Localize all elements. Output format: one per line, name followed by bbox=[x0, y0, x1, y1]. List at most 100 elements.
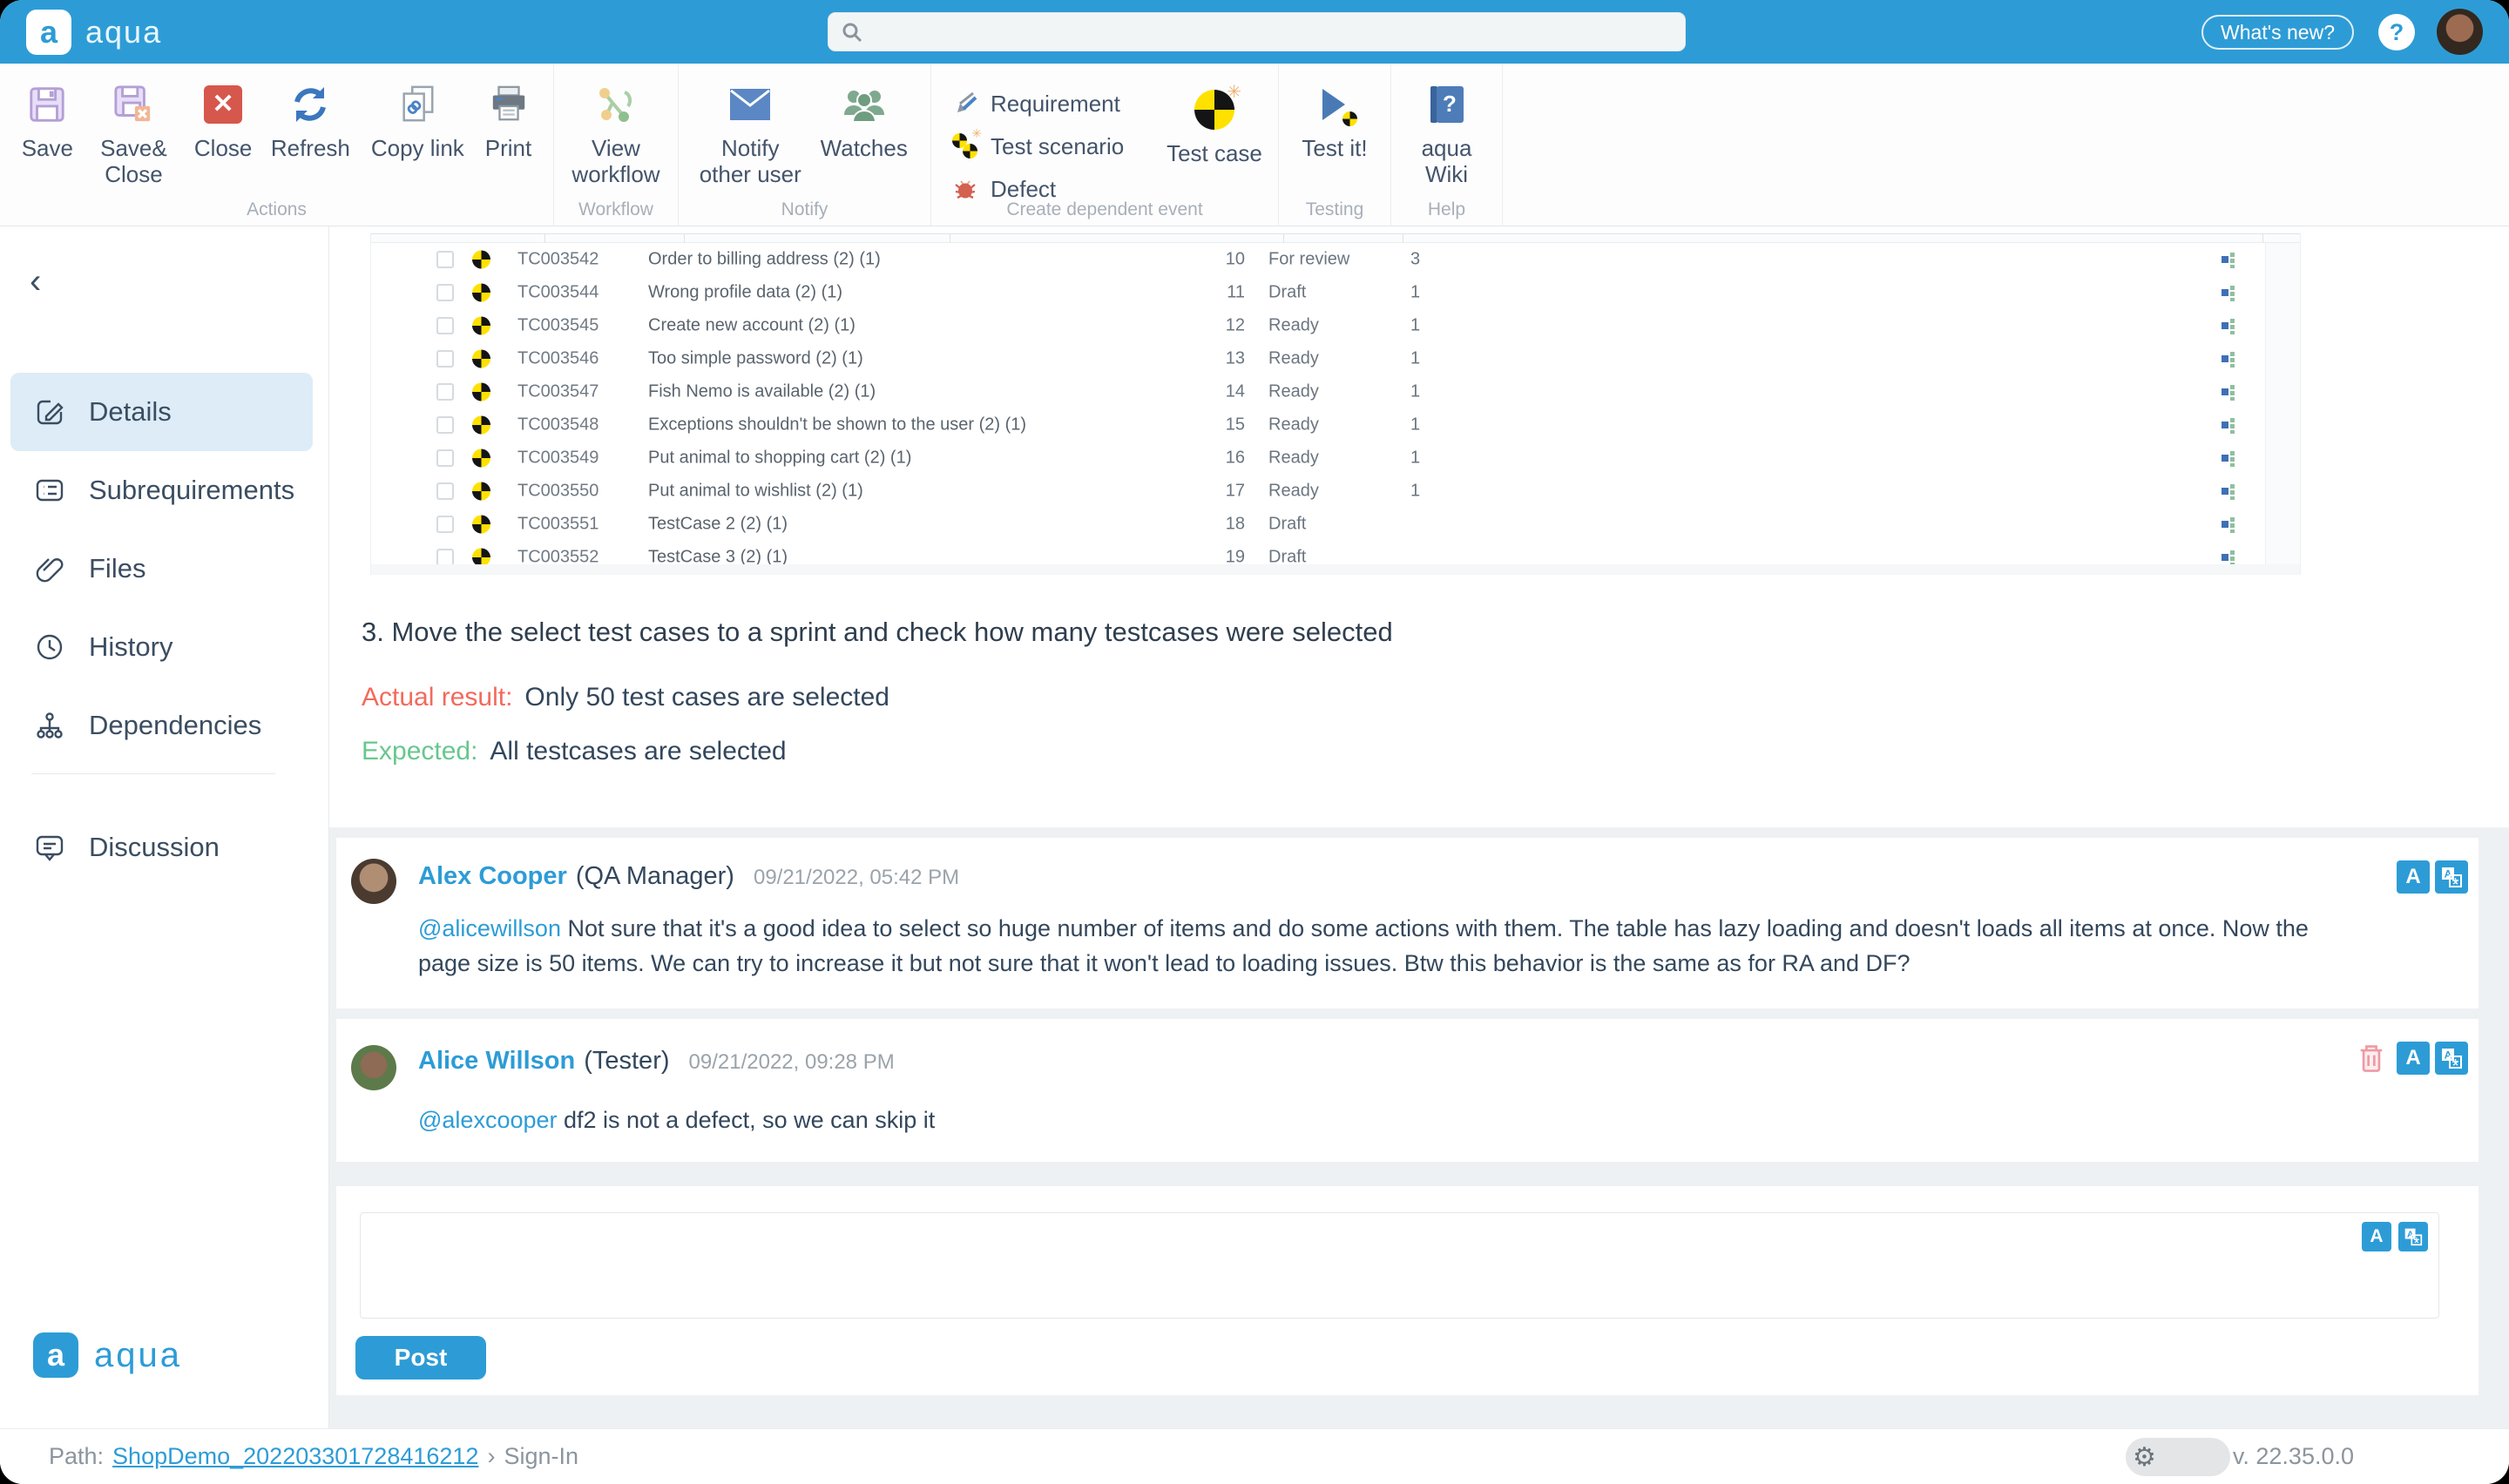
row-action-icon[interactable] bbox=[2221, 449, 2238, 468]
breadcrumb: Path:ShopDemo_202203301728416212›Sign-In bbox=[49, 1443, 578, 1470]
mention-link[interactable]: @alicewillson bbox=[418, 915, 561, 941]
table-row[interactable]: TC003545 Create new account (2) (1) 12 R… bbox=[371, 309, 2300, 342]
test-case-icon bbox=[472, 284, 490, 302]
row-checkbox[interactable] bbox=[436, 317, 454, 334]
row-action-icon[interactable] bbox=[2221, 250, 2238, 269]
user-avatar[interactable] bbox=[2437, 9, 2483, 55]
settings-toggle[interactable]: ⚙ bbox=[2126, 1438, 2230, 1476]
mention-link[interactable]: @alexcooper bbox=[418, 1107, 558, 1133]
row-checkbox[interactable] bbox=[436, 482, 454, 500]
sidebar: ‹ Details Subrequirements bbox=[0, 226, 329, 1428]
aqua-logo-icon: a bbox=[26, 10, 71, 55]
save-and-close-button[interactable]: Save& Close bbox=[91, 81, 175, 187]
view-workflow-button[interactable]: View workflow bbox=[566, 81, 666, 187]
table-row[interactable]: TC003547 Fish Nemo is available (2) (1) … bbox=[371, 375, 2300, 408]
refresh-button[interactable]: Refresh bbox=[271, 81, 350, 161]
format-button[interactable]: A bbox=[2397, 1042, 2430, 1075]
test-scenario-icon: ✳ bbox=[952, 133, 978, 159]
sidebar-divider bbox=[31, 773, 275, 774]
row-action-icon[interactable] bbox=[2221, 349, 2238, 368]
close-button[interactable]: ✕ Close bbox=[194, 81, 252, 161]
copy-link-button[interactable]: Copy link bbox=[369, 81, 466, 161]
row-checkbox[interactable] bbox=[436, 284, 454, 301]
sidebar-item-subrequirements[interactable]: Subrequirements bbox=[10, 451, 313, 530]
version-label: v. 22.35.0.0 bbox=[2233, 1443, 2354, 1470]
test-case-icon bbox=[472, 449, 490, 468]
comment-input[interactable]: A A bbox=[360, 1212, 2439, 1319]
row-checkbox[interactable] bbox=[436, 350, 454, 368]
commenter-name[interactable]: Alex Cooper bbox=[418, 862, 567, 891]
copy-link-icon bbox=[397, 81, 437, 128]
row-action-icon[interactable] bbox=[2221, 316, 2238, 335]
row-checkbox[interactable] bbox=[436, 383, 454, 401]
create-requirement-button[interactable]: Requirement bbox=[952, 86, 1163, 121]
row-action-icon[interactable] bbox=[2221, 415, 2238, 435]
sidebar-item-discussion[interactable]: Discussion bbox=[10, 808, 313, 887]
project-link[interactable]: ShopDemo_202203301728416212 bbox=[112, 1443, 478, 1469]
sidebar-item-dependencies[interactable]: Dependencies bbox=[10, 686, 313, 765]
table-row[interactable]: TC003551 TestCase 2 (2) (1) 18 Draft bbox=[371, 508, 2300, 541]
test-it-button[interactable]: Test it! bbox=[1291, 81, 1378, 161]
row-checkbox[interactable] bbox=[436, 416, 454, 434]
test-case-icon bbox=[472, 416, 490, 435]
help-button[interactable]: ? bbox=[2378, 14, 2415, 51]
clock-icon bbox=[35, 632, 64, 662]
translate-button[interactable]: A bbox=[2435, 860, 2468, 894]
ribbon-group-notify: Notify other user Watches Notify bbox=[679, 64, 931, 226]
commenter-name[interactable]: Alice Willson bbox=[418, 1047, 575, 1076]
table-row[interactable]: TC003542 Order to billing address (2) (1… bbox=[371, 243, 2300, 276]
gear-icon: ⚙ bbox=[2133, 1442, 2156, 1473]
format-button[interactable]: A bbox=[2397, 860, 2430, 894]
ribbon-group-testing: Test it! Testing bbox=[1279, 64, 1391, 226]
post-button[interactable]: Post bbox=[355, 1336, 486, 1379]
table-scrollbar[interactable] bbox=[2265, 243, 2300, 564]
row-checkbox[interactable] bbox=[436, 516, 454, 533]
row-action-icon[interactable] bbox=[2221, 482, 2238, 501]
search-input[interactable] bbox=[828, 12, 1686, 51]
requirement-icon bbox=[952, 91, 978, 117]
format-button[interactable]: A bbox=[2362, 1222, 2391, 1251]
print-icon bbox=[489, 81, 529, 128]
table-row[interactable]: TC003546 Too simple password (2) (1) 13 … bbox=[371, 342, 2300, 375]
close-icon: ✕ bbox=[204, 85, 242, 124]
app-window: a aqua What's new? ? Save Save& Close bbox=[0, 0, 2509, 1484]
comment-composer: A A Post bbox=[336, 1186, 2479, 1395]
row-action-icon[interactable] bbox=[2221, 283, 2238, 302]
discussion-section: Alex Cooper (QA Manager) 09/21/2022, 05:… bbox=[329, 827, 2509, 1428]
translate-button[interactable]: A bbox=[2398, 1222, 2428, 1251]
actual-result-value: Only 50 test cases are selected bbox=[524, 683, 889, 712]
row-checkbox[interactable] bbox=[436, 549, 454, 566]
refresh-icon bbox=[289, 81, 331, 128]
row-checkbox[interactable] bbox=[436, 449, 454, 467]
comment-card: Alex Cooper (QA Manager) 09/21/2022, 05:… bbox=[336, 838, 2479, 1008]
whats-new-button[interactable]: What's new? bbox=[2201, 15, 2354, 50]
expected-line: Expected:All testcases are selected bbox=[362, 737, 787, 766]
paperclip-icon bbox=[35, 554, 64, 583]
create-test-scenario-button[interactable]: ✳ Test scenario bbox=[952, 129, 1163, 164]
create-test-case-button[interactable]: ✳ Test case bbox=[1163, 81, 1266, 167]
ribbon-group-create-dependent: Requirement ✳ Test scenario Defect bbox=[931, 64, 1279, 226]
defect-bug-icon bbox=[952, 176, 978, 202]
table-row[interactable]: TC003550 Put animal to wishlist (2) (1) … bbox=[371, 475, 2300, 508]
print-button[interactable]: Print bbox=[485, 81, 531, 161]
table-row[interactable]: TC003548 Exceptions shouldn't be shown t… bbox=[371, 408, 2300, 442]
sidebar-item-details[interactable]: Details bbox=[10, 373, 313, 451]
aqua-wiki-button[interactable]: ? aqua Wiki bbox=[1403, 81, 1490, 187]
expected-label: Expected: bbox=[362, 737, 477, 766]
sidebar-item-history[interactable]: History bbox=[10, 608, 313, 686]
delete-comment-button[interactable] bbox=[2355, 1042, 2388, 1075]
table-row[interactable]: TC003549 Put animal to shopping cart (2)… bbox=[371, 442, 2300, 475]
sidebar-item-files[interactable]: Files bbox=[10, 530, 313, 608]
table-row[interactable]: TC003544 Wrong profile data (2) (1) 11 D… bbox=[371, 276, 2300, 309]
comment-timestamp: 09/21/2022, 05:42 PM bbox=[754, 866, 959, 890]
ribbon-filler bbox=[1503, 64, 2509, 226]
collapse-sidebar-button[interactable]: ‹ bbox=[30, 265, 64, 300]
notify-other-user-button[interactable]: Notify other user bbox=[693, 81, 808, 187]
row-checkbox[interactable] bbox=[436, 251, 454, 268]
row-action-icon[interactable] bbox=[2221, 515, 2238, 534]
translate-button[interactable]: A bbox=[2435, 1042, 2468, 1075]
watches-button[interactable]: Watches bbox=[812, 81, 916, 161]
row-action-icon[interactable] bbox=[2221, 382, 2238, 401]
commenter-role: (QA Manager) bbox=[576, 862, 734, 891]
save-button[interactable]: Save bbox=[22, 81, 73, 161]
